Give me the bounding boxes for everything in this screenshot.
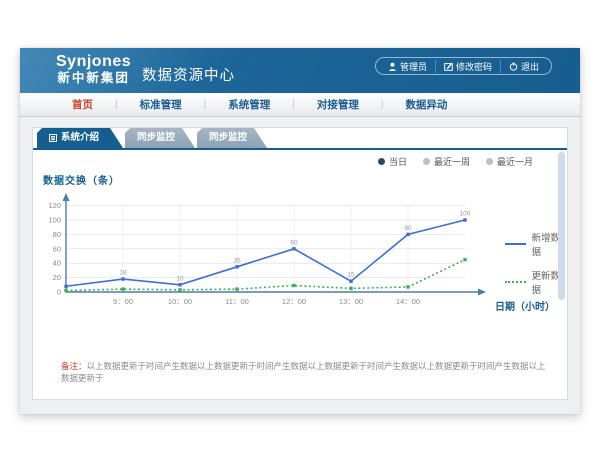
logo-subtitle: 新中新集团 [56, 71, 131, 86]
footer-note-prefix: 备注： [61, 361, 87, 371]
nav-item-system[interactable]: 系统管理 [206, 97, 292, 112]
footer-note-text: 以上数据更新于时间产生数据以上数据更新于时间产生数据以上数据更新于时间产生数据以… [61, 361, 546, 383]
y-axis-title: 数据交换（条） [43, 172, 120, 187]
svg-text:100: 100 [48, 216, 61, 225]
radio-dot-icon [423, 158, 430, 165]
content-card: 系统介绍 同步监控 同步监控 当日 最近一周 [32, 127, 568, 400]
svg-text:13：00: 13：00 [339, 297, 363, 306]
svg-text:0: 0 [57, 288, 61, 297]
company-logo: Synjones 新中新集团 [56, 53, 131, 86]
svg-text:80: 80 [404, 225, 412, 232]
tab-sync-monitor-2[interactable]: 同步监控 [197, 128, 267, 148]
filter-label: 当日 [389, 155, 407, 168]
filter-label: 最近一周 [434, 155, 470, 168]
svg-text:14：00: 14：00 [396, 297, 420, 306]
radio-dot-icon [378, 158, 385, 165]
svg-text:60: 60 [290, 239, 298, 246]
edit-icon [444, 62, 453, 71]
svg-text:15: 15 [347, 272, 355, 279]
svg-text:10：00: 10：00 [168, 297, 192, 306]
filter-today[interactable]: 当日 [378, 155, 407, 168]
logout-button[interactable]: 退出 [500, 60, 547, 73]
svg-text:11：00: 11：00 [225, 297, 249, 306]
user-menu: 管理员 修改密码 退出 [375, 57, 552, 75]
svg-text:18: 18 [119, 270, 127, 277]
tab-sync-monitor-1[interactable]: 同步监控 [125, 128, 195, 148]
app-header: Synjones 新中新集团 数据资源中心 管理员 修改密码 退出 [20, 48, 580, 93]
svg-text:80: 80 [53, 230, 61, 239]
tab-label: 同步监控 [209, 128, 247, 148]
document-icon [49, 134, 57, 142]
nav-item-standards[interactable]: 标准管理 [118, 97, 204, 112]
main-nav: 首页 | 标准管理 | 系统管理 | 对接管理 | 数据异动 [20, 93, 580, 117]
user-menu-label: 退出 [521, 60, 539, 73]
svg-text:40: 40 [53, 259, 61, 268]
filter-last-month[interactable]: 最近一月 [486, 155, 533, 168]
green-dotted-swatch-icon [505, 281, 526, 283]
active-tab-underline [33, 148, 567, 150]
range-filters: 当日 最近一周 最近一月 [378, 155, 533, 168]
svg-text:35: 35 [233, 257, 241, 264]
admin-user-button[interactable]: 管理员 [380, 60, 435, 73]
radio-dot-icon [486, 158, 493, 165]
svg-text:9：00: 9：00 [113, 297, 133, 306]
user-menu-label: 修改密码 [456, 60, 492, 73]
svg-text:60: 60 [53, 244, 61, 253]
logout-icon [509, 62, 518, 71]
user-icon [388, 62, 397, 71]
svg-text:10: 10 [176, 275, 184, 282]
user-menu-label: 管理员 [400, 60, 427, 73]
svg-text:12：00: 12：00 [282, 297, 306, 306]
change-password-button[interactable]: 修改密码 [435, 60, 500, 73]
footer-note: 备注：以上数据更新于时间产生数据以上数据更新于时间产生数据以上数据更新于时间产生… [61, 360, 549, 384]
nav-item-data-change[interactable]: 数据异动 [383, 97, 469, 112]
line-chart: 9：00 10：00 11：00 12：00 13：00 14：00 0 20 40 60 80 10… [39, 190, 491, 312]
tab-label: 系统介绍 [61, 128, 99, 148]
nav-item-home[interactable]: 首页 [50, 97, 115, 112]
svg-text:20: 20 [53, 273, 61, 282]
app-window: Synjones 新中新集团 数据资源中心 管理员 修改密码 退出 [20, 48, 580, 414]
blue-line-swatch-icon [505, 243, 526, 245]
filter-label: 最近一月 [497, 155, 533, 168]
card-scrollbar[interactable] [558, 152, 565, 300]
nav-item-interface[interactable]: 对接管理 [295, 97, 381, 112]
tab-label: 同步监控 [137, 128, 175, 148]
page-title: 数据资源中心 [142, 64, 235, 85]
filter-last-week[interactable]: 最近一周 [423, 155, 470, 168]
svg-text:120: 120 [48, 201, 61, 210]
page-canvas: Synjones 新中新集团 数据资源中心 管理员 修改密码 退出 [0, 0, 600, 450]
svg-text:100: 100 [460, 211, 471, 218]
tab-bar: 系统介绍 同步监控 同步监控 [37, 128, 269, 148]
logo-title: Synjones [56, 53, 131, 71]
tab-system-intro[interactable]: 系统介绍 [37, 128, 123, 148]
